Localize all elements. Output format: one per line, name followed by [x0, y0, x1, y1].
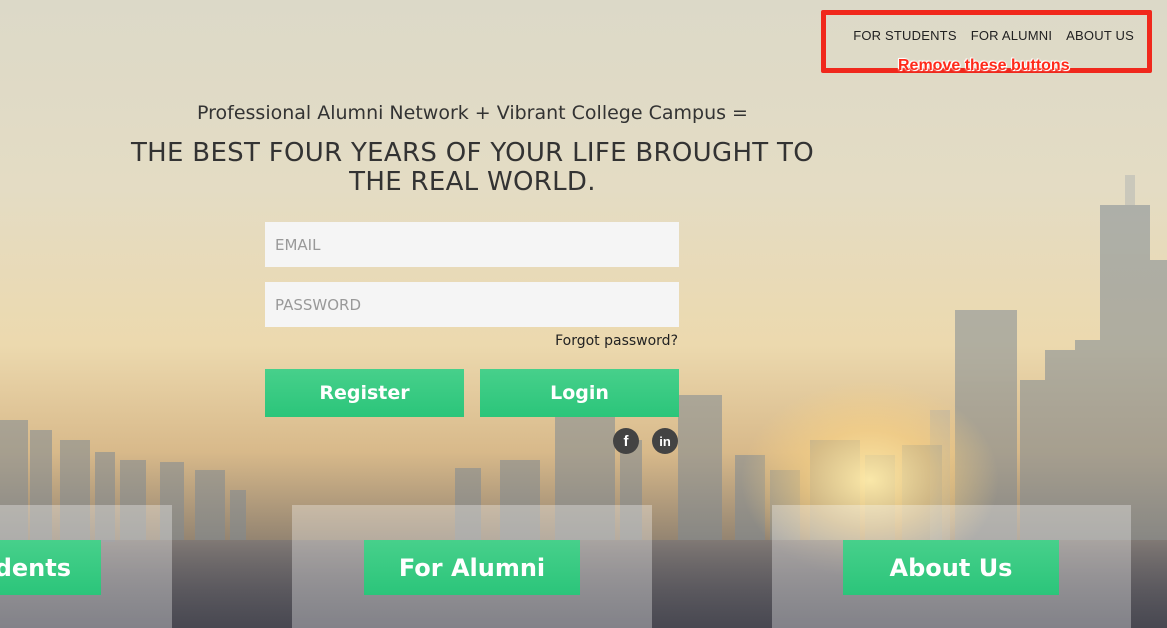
- hero-tagline: Professional Alumni Network + Vibrant Co…: [197, 102, 748, 124]
- hero-headline: THE BEST FOUR YEARS OF YOUR LIFE BROUGHT…: [130, 138, 814, 197]
- register-button[interactable]: Register: [265, 369, 464, 417]
- for-students-button[interactable]: udents: [0, 540, 101, 595]
- forgot-password-link[interactable]: Forgot password?: [555, 333, 678, 349]
- email-input[interactable]: [265, 222, 679, 267]
- annotation-text: Remove these buttons: [898, 57, 1070, 74]
- facebook-icon[interactable]: f: [613, 428, 639, 454]
- login-button[interactable]: Login: [480, 369, 679, 417]
- about-us-button[interactable]: About Us: [843, 540, 1059, 595]
- password-input[interactable]: [265, 282, 679, 327]
- for-alumni-button[interactable]: For Alumni: [364, 540, 580, 595]
- linkedin-icon[interactable]: in: [652, 428, 678, 454]
